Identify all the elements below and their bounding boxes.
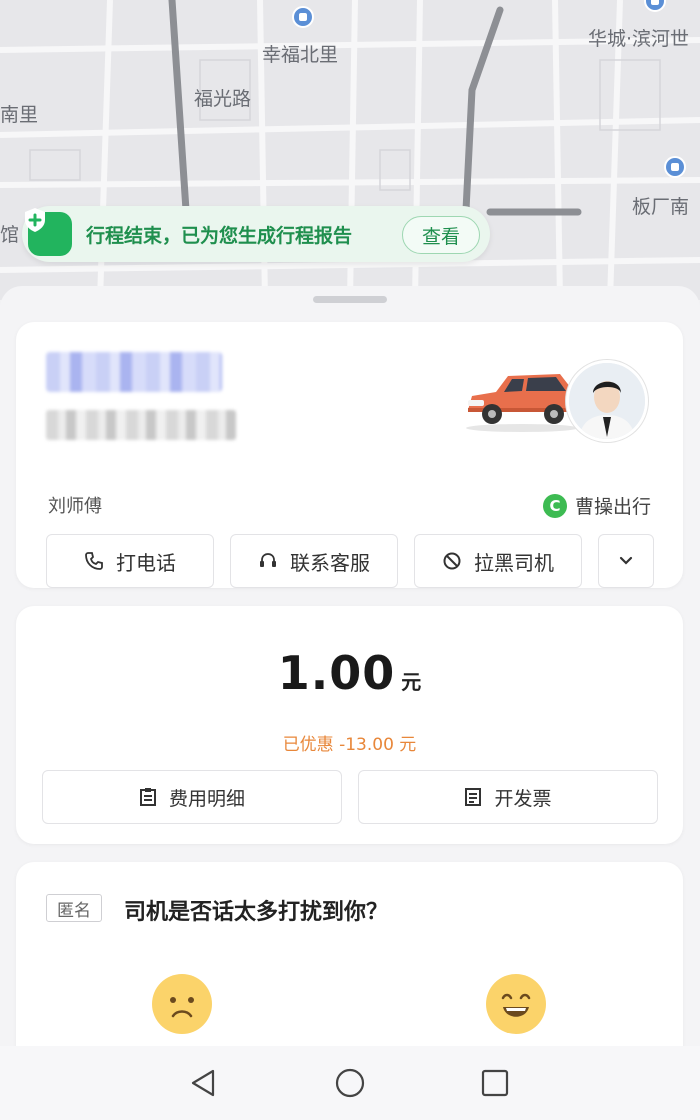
invoice-icon [465, 788, 482, 806]
phone-icon [85, 552, 103, 570]
feedback-question: 司机是否话太多打扰到你？ [124, 900, 389, 925]
contact-support-button[interactable]: 联系客服 [230, 534, 398, 588]
map-label: 南里 [0, 104, 39, 126]
more-actions-button[interactable] [598, 534, 654, 588]
poi-marker-icon[interactable] [292, 6, 314, 28]
fare-card: 1.00 元 已优惠 -13.00 元 费用明细 开发票 [16, 606, 683, 844]
invoice-label: 开发票 [494, 787, 552, 810]
chevron-down-icon [619, 556, 633, 565]
map-label: 板厂南 [632, 196, 690, 218]
fare-detail-label: 费用明细 [168, 787, 245, 810]
bottom-sheet: 刘师傅 C 曹操出行 打电话 联系客服 拉黑司机 1.00 元 已优惠 -13.… [0, 286, 700, 1120]
driver-card: 刘师傅 C 曹操出行 打电话 联系客服 拉黑司机 [16, 322, 683, 588]
call-driver-label: 打电话 [116, 550, 176, 575]
home-nav-button[interactable] [333, 1066, 367, 1100]
call-driver-button[interactable]: 打电话 [46, 534, 214, 588]
recents-square-icon [481, 1069, 509, 1097]
sad-face-icon[interactable] [152, 974, 212, 1034]
block-driver-label: 拉黑司机 [474, 550, 554, 575]
trip-report-banner[interactable]: 行程结束，已为您生成行程报告 查看 [22, 206, 490, 262]
map-view[interactable]: 幸福北里 福光路 南里 华城·滨河世 板厂南 馆 行程结束，已为您生成行程报告 … [0, 0, 700, 300]
headset-icon [260, 553, 276, 567]
map-label: 华城·滨河世 [588, 28, 690, 50]
recents-nav-button[interactable] [478, 1066, 512, 1100]
home-circle-icon [335, 1068, 365, 1098]
license-plate-redacted [46, 352, 222, 392]
invoice-button[interactable]: 开发票 [358, 770, 658, 824]
trip-report-message: 行程结束，已为您生成行程报告 [86, 224, 353, 247]
fare-amount: 1.00 [277, 646, 396, 700]
platform-badge: C 曹操出行 [542, 492, 651, 519]
car-model-redacted [46, 410, 236, 440]
driver-avatar[interactable] [566, 360, 648, 442]
map-label: 馆 [0, 224, 20, 246]
receipt-icon [139, 788, 156, 806]
platform-name: 曹操出行 [574, 496, 651, 518]
fare-unit: 元 [401, 670, 422, 694]
car-icon [466, 374, 578, 432]
contact-support-label: 联系客服 [290, 550, 370, 575]
fare-detail-button[interactable]: 费用明细 [42, 770, 342, 824]
back-nav-button[interactable] [186, 1066, 220, 1100]
poi-marker-icon[interactable] [664, 156, 686, 178]
drag-handle[interactable] [313, 296, 387, 303]
block-icon [443, 552, 461, 570]
discount-text: 已优惠 -13.00 元 [282, 735, 417, 755]
system-navigation-bar [0, 1046, 700, 1120]
view-report-button[interactable]: 查看 [402, 216, 480, 254]
back-triangle-icon [191, 1069, 215, 1097]
driver-name: 刘师傅 [48, 496, 102, 517]
map-label: 福光路 [194, 88, 252, 110]
happy-face-icon[interactable] [486, 974, 546, 1034]
block-driver-button[interactable]: 拉黑司机 [414, 534, 582, 588]
anonymous-tag: 匿名 [46, 894, 102, 922]
platform-logo-icon: C [542, 493, 567, 518]
shield-icon [25, 208, 72, 256]
map-label: 幸福北里 [262, 44, 339, 66]
fare-total: 1.00 元 [16, 646, 683, 700]
